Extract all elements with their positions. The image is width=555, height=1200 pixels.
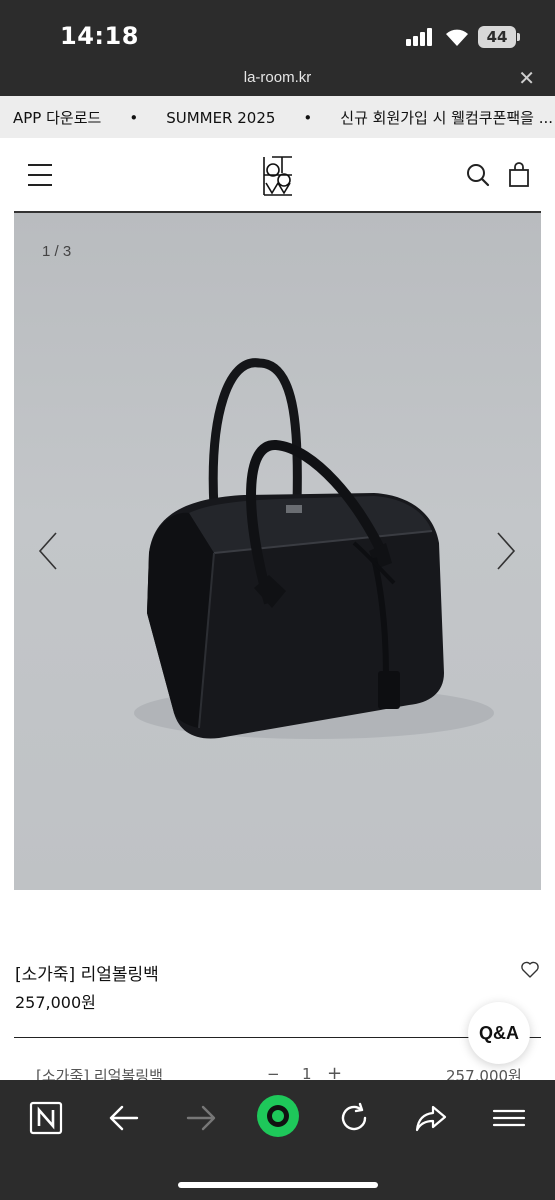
home-indicator: [178, 1182, 378, 1188]
gallery-counter: 1 / 3: [42, 243, 72, 260]
close-icon[interactable]: ✕: [518, 66, 535, 90]
info-divider: [14, 1037, 541, 1038]
marquee-separator: •: [129, 109, 139, 127]
menu-icon[interactable]: [489, 1098, 529, 1138]
url-text[interactable]: la-room.kr: [0, 69, 555, 86]
qa-button[interactable]: Q&A: [468, 1002, 530, 1064]
status-bar: 14:18 44: [0, 0, 555, 64]
heart-icon[interactable]: [520, 960, 540, 980]
selected-option-row: [소가죽] 리얼볼링백 − 1 + 257,000원: [0, 1062, 555, 1082]
marquee-item-signup[interactable]: 신규 회원가입 시 웰컴쿠폰팩을 ...: [340, 107, 553, 128]
promo-marquee[interactable]: APP 다운로드 • SUMMER 2025 • 신규 회원가입 시 웰컴쿠폰팩을 ..…: [0, 96, 555, 138]
product-gallery[interactable]: 1 / 3: [14, 213, 541, 890]
wifi-icon: [446, 29, 468, 46]
marquee-item-summer[interactable]: SUMMER 2025: [166, 109, 275, 127]
url-bar[interactable]: la-room.kr ✕: [0, 64, 555, 96]
cellular-signal-icon: [406, 28, 436, 46]
product-name: [소가죽] 리얼볼링백: [15, 965, 159, 985]
back-arrow-icon[interactable]: [104, 1098, 144, 1138]
shopping-bag-icon[interactable]: [508, 162, 530, 188]
naver-n-icon[interactable]: [26, 1098, 66, 1138]
battery-icon: 44: [478, 26, 520, 48]
refresh-icon[interactable]: [334, 1098, 374, 1138]
marquee-separator: •: [303, 109, 313, 127]
chevron-right-icon[interactable]: [494, 531, 518, 571]
marquee-item-app[interactable]: APP 다운로드: [13, 107, 101, 128]
status-time: 14:18: [60, 22, 139, 50]
product-price: 257,000원: [15, 993, 96, 1012]
site-header: [0, 138, 555, 214]
menu-icon[interactable]: [28, 164, 52, 186]
share-icon[interactable]: [411, 1098, 451, 1138]
chevron-left-icon[interactable]: [36, 531, 60, 571]
brand-logo[interactable]: [262, 155, 294, 197]
forward-arrow-icon[interactable]: [181, 1098, 221, 1138]
green-home-icon[interactable]: [256, 1094, 300, 1138]
search-icon[interactable]: [466, 163, 490, 187]
product-photo: [134, 358, 494, 739]
